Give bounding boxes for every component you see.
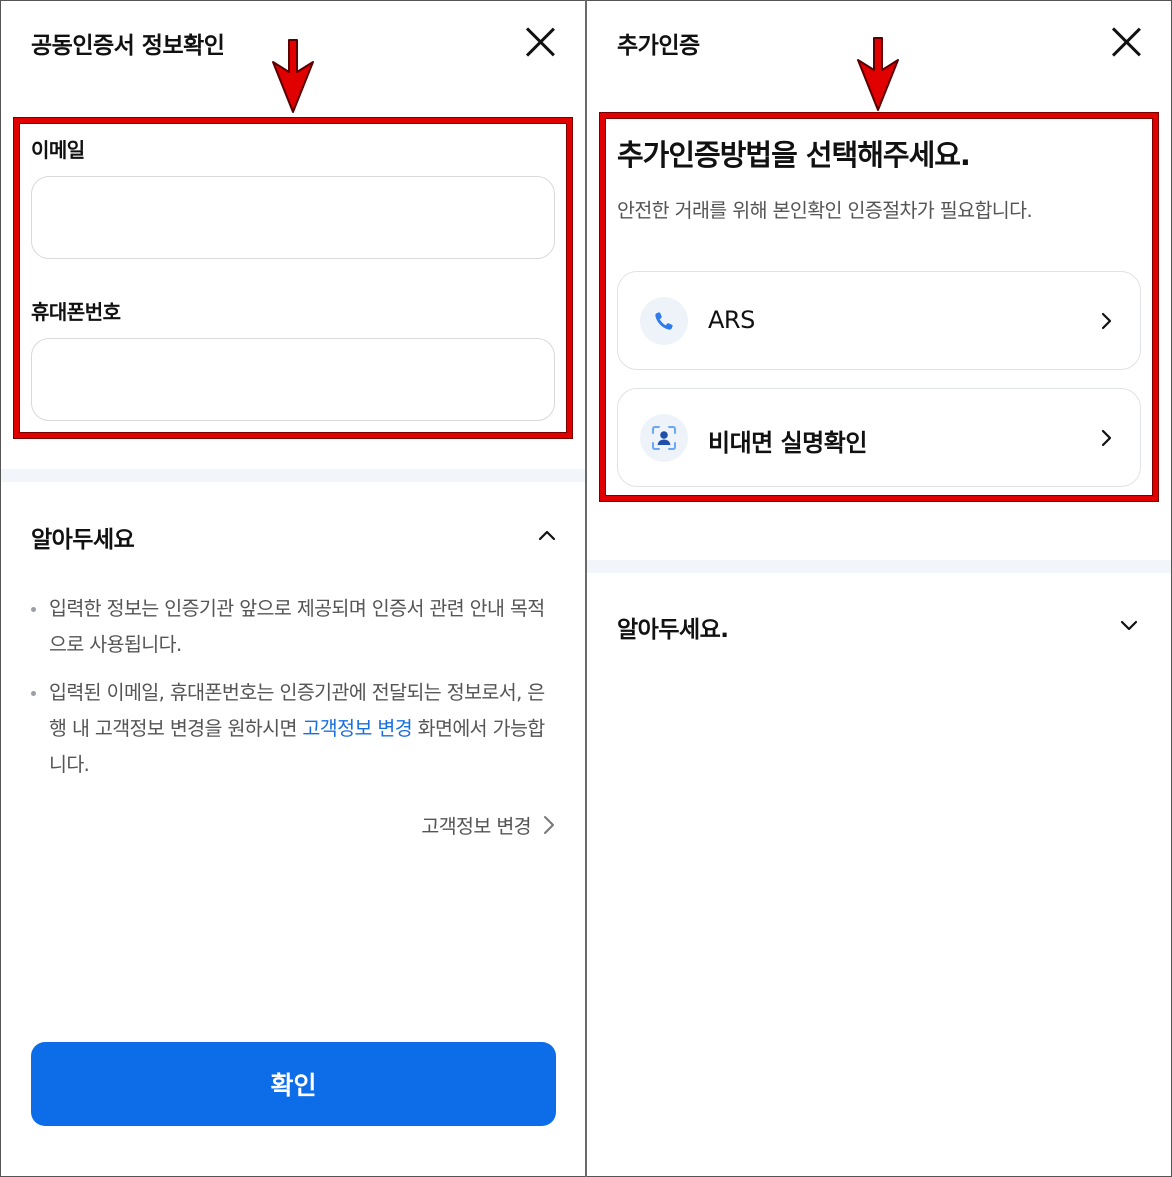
confirm-button[interactable]: 확인 [31,1042,556,1126]
ars-option-label: ARS [708,306,755,334]
email-field[interactable] [31,176,555,259]
certificate-info-panel: 공동인증서 정보확인 이메일 휴대폰번호 알아두세요 입력한 정보는 인증기관 … [1,0,585,1177]
chevron-up-icon[interactable] [538,526,556,544]
section-separator [1,469,585,482]
customer-info-link[interactable]: 고객정보 변경 [421,810,555,839]
chevron-right-icon [544,815,554,834]
notice-item: 입력한 정보는 인증기관 앞으로 제공되며 인증서 관련 안내 목적으로 사용됩… [31,591,561,663]
non-face-to-face-option-label: 비대면 실명확인 [708,429,867,457]
annotation-arrow-icon [857,37,899,111]
notice-item: 입력된 이메일, 휴대폰번호는 인증기관에 전달되는 정보로서, 은행 내 고객… [31,675,561,783]
ars-option[interactable]: ARS [617,271,1141,370]
auth-method-subtext: 안전한 거래를 위해 본인확인 인증절차가 필요합니다. [617,199,1033,222]
chevron-right-icon [1101,312,1112,330]
phone-field[interactable] [31,338,555,421]
notice-title: 알아두세요. [617,617,729,643]
panel-title: 공동인증서 정보확인 [31,33,225,59]
chevron-down-icon[interactable] [1120,617,1138,635]
annotation-arrow-icon [272,39,314,113]
phone-label: 휴대폰번호 [31,300,121,324]
close-icon[interactable] [524,26,556,58]
phone-icon [640,297,688,345]
close-icon[interactable] [1110,26,1142,58]
customer-info-link-label: 고객정보 변경 [421,815,531,838]
notice-title: 알아두세요 [31,527,135,553]
non-face-to-face-option[interactable]: 비대면 실명확인 [617,388,1141,487]
notice-list: 입력한 정보는 인증기관 앞으로 제공되며 인증서 관련 안내 목적으로 사용됩… [31,591,561,795]
panel-title: 추가인증 [617,33,700,59]
chevron-right-icon [1101,429,1112,447]
email-label: 이메일 [31,138,85,162]
additional-auth-panel: 추가인증 추가인증방법을 선택해주세요. 안전한 거래를 위해 본인확인 인증절… [587,0,1171,1177]
customer-info-inline-link[interactable]: 고객정보 변경 [302,717,412,740]
face-scan-icon [640,414,688,462]
auth-method-heading: 추가인증방법을 선택해주세요. [617,138,971,172]
section-separator [587,560,1171,573]
